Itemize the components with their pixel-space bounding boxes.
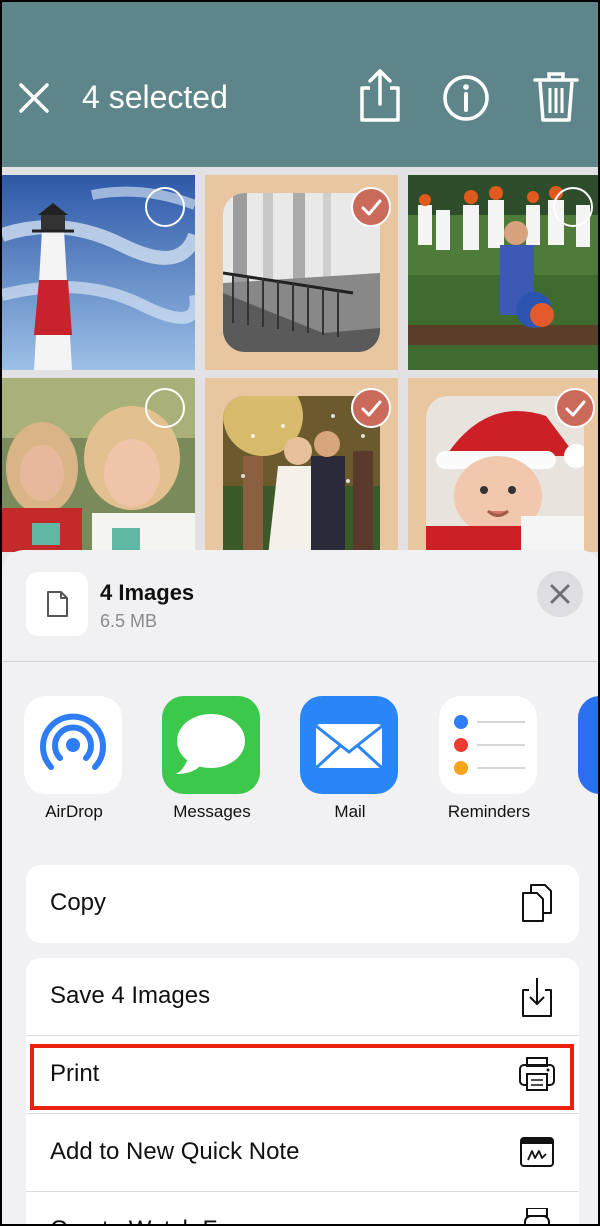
- app-airdrop[interactable]: AirDrop: [24, 696, 124, 821]
- photo-tile-baby[interactable]: [408, 378, 598, 552]
- photo-tile-football[interactable]: [408, 175, 598, 370]
- quick-note-label: Add to New Quick Note: [50, 1138, 300, 1165]
- share-title: 4 Images: [100, 580, 195, 605]
- copy-card: Copy: [26, 865, 579, 943]
- action-quick-note[interactable]: Add to New Quick Note: [26, 1114, 579, 1190]
- share-icon[interactable]: [356, 68, 404, 124]
- select-circle-icon[interactable]: [145, 187, 185, 227]
- action-create-watch-face[interactable]: Create Watch Fa: [26, 1192, 579, 1224]
- copy-label: Copy: [50, 889, 107, 916]
- selected-check-icon[interactable]: [555, 388, 595, 428]
- airdrop-icon: [24, 696, 122, 794]
- file-thumbnail: [26, 572, 88, 636]
- reminders-icon: [439, 696, 537, 794]
- close-icon: [550, 584, 570, 604]
- app-label: Messages: [173, 802, 251, 821]
- sheet-close-button[interactable]: [537, 571, 583, 617]
- copy-icon: [522, 884, 552, 922]
- watch-icon: [524, 1208, 550, 1224]
- photo-tile-staircase[interactable]: [205, 175, 398, 370]
- selected-check-icon[interactable]: [351, 388, 391, 428]
- action-copy[interactable]: Copy: [26, 865, 579, 941]
- trash-icon[interactable]: [532, 68, 580, 124]
- app-label: Fa: [538, 802, 598, 822]
- app-messages[interactable]: Messages: [162, 696, 262, 821]
- save-icon: [522, 978, 552, 1017]
- quick-note-icon: [520, 1137, 554, 1167]
- save-label: Save 4 Images: [50, 982, 211, 1009]
- app-partial[interactable]: Fa: [578, 696, 598, 794]
- divider: [2, 661, 598, 662]
- watch-face-label: Create Watch Fa: [50, 1216, 231, 1224]
- selection-count-title: 4 selected: [82, 79, 228, 115]
- print-highlight-box: [30, 1044, 574, 1110]
- info-icon[interactable]: [442, 68, 490, 124]
- photo-tile-women[interactable]: [2, 378, 195, 552]
- share-sheet: 4 Images 6.5 MB AirDrop Messages Mail Re…: [2, 550, 598, 1224]
- selected-check-icon[interactable]: [351, 187, 391, 227]
- share-size: 6.5 MB: [100, 611, 158, 631]
- select-circle-icon[interactable]: [145, 388, 185, 428]
- screen: 4 selected 4 Images 6.5 MB AirDrop Messa…: [0, 0, 600, 1226]
- messages-icon: [162, 696, 260, 794]
- select-circle-icon[interactable]: [553, 187, 593, 227]
- document-icon: [47, 591, 68, 617]
- photo-grid: [2, 167, 598, 552]
- app-label: Mail: [334, 802, 366, 821]
- close-icon[interactable]: [16, 80, 52, 116]
- photo-tile-wedding[interactable]: [205, 378, 398, 552]
- photo-tile-lighthouse[interactable]: [2, 175, 195, 370]
- app-mail[interactable]: Mail: [300, 696, 400, 821]
- mail-icon: [300, 696, 398, 794]
- app-reminders[interactable]: Reminders: [439, 696, 539, 821]
- selection-header: 4 selected: [2, 2, 598, 167]
- app-label: AirDrop: [45, 802, 103, 821]
- facetime-icon: [578, 696, 598, 794]
- action-save-images[interactable]: Save 4 Images: [26, 958, 579, 1034]
